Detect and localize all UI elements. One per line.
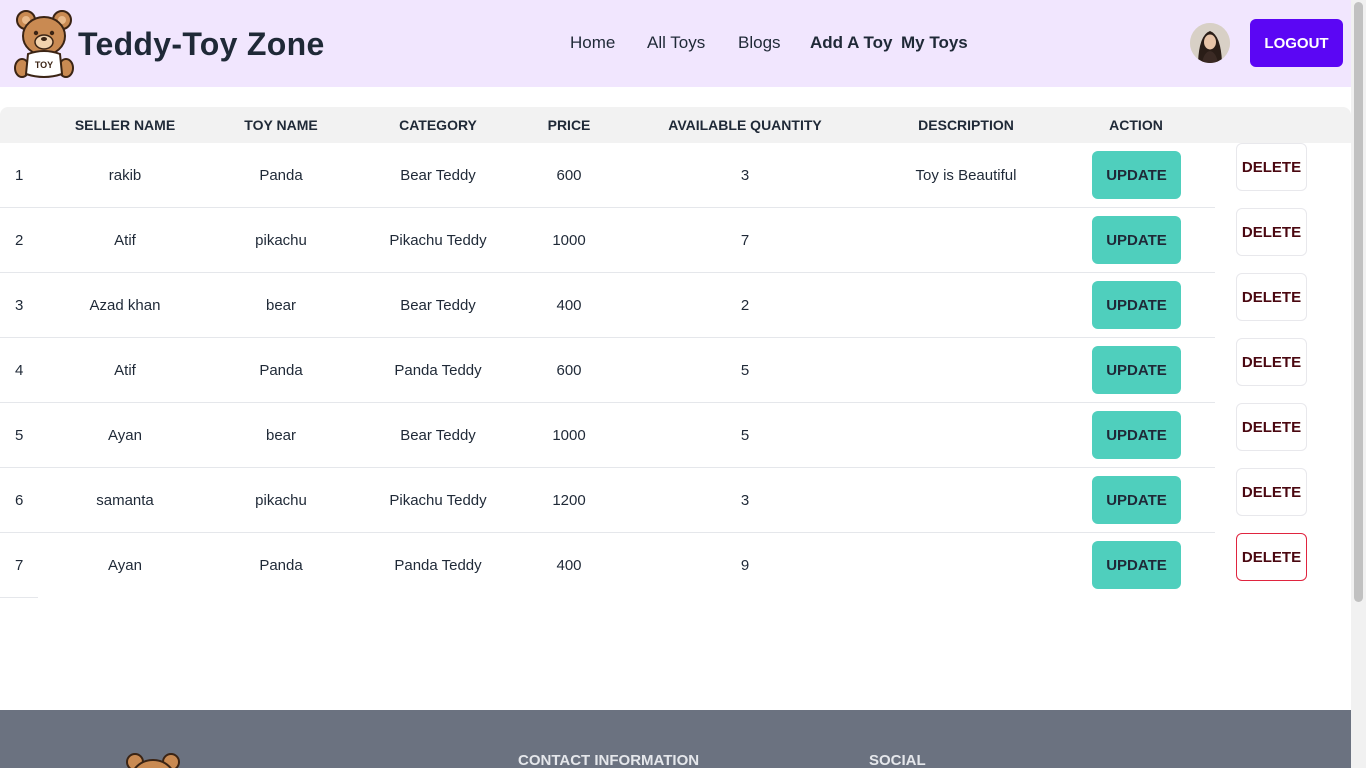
cell-price: 1200 xyxy=(552,492,586,509)
cell-toy-name: bear xyxy=(265,427,297,444)
column-header-available-quantity: AVAILABLE QUANTITY xyxy=(668,117,822,133)
nav-blogs-link[interactable]: Blogs xyxy=(738,33,781,53)
column-header-category: CATEGORY xyxy=(399,117,477,133)
column-header-toy-name: TOY NAME xyxy=(244,117,318,133)
table-row: 4 Atif Panda Panda Teddy 600 5 UPDATE DE… xyxy=(0,338,1351,403)
cell-seller-name: Azad khan xyxy=(89,297,161,314)
footer-contact-heading: CONTACT INFORMATION xyxy=(518,752,700,768)
cell-seller-name: samanta xyxy=(96,492,154,509)
logout-button[interactable]: LOGOUT xyxy=(1250,19,1343,67)
cell-quantity: 2 xyxy=(740,297,750,314)
cell-quantity: 9 xyxy=(740,557,750,574)
cell-price: 1000 xyxy=(552,232,586,249)
table-row: 5 Ayan bear Bear Teddy 1000 5 UPDATE DEL… xyxy=(0,403,1351,468)
user-photo-icon xyxy=(1190,23,1230,63)
table-row: 2 Atif pikachu Pikachu Teddy 1000 7 UPDA… xyxy=(0,208,1351,273)
cell-price: 400 xyxy=(556,557,582,574)
row-index: 7 xyxy=(15,557,24,574)
column-header-seller-name: SELLER NAME xyxy=(74,117,176,133)
delete-button[interactable]: DELETE xyxy=(1236,533,1307,581)
footer-social-heading: SOCIAL xyxy=(869,752,926,768)
cell-quantity: 3 xyxy=(740,167,750,184)
cell-toy-name: bear xyxy=(265,297,297,314)
cell-seller-name: Atif xyxy=(114,232,136,249)
svg-text:TOY: TOY xyxy=(35,60,53,70)
delete-button[interactable]: DELETE xyxy=(1236,273,1307,321)
cell-category: Pikachu Teddy xyxy=(389,492,487,509)
update-button[interactable]: UPDATE xyxy=(1092,281,1181,329)
footer: CONTACT INFORMATION SOCIAL xyxy=(0,710,1351,768)
cell-seller-name: rakib xyxy=(108,167,142,184)
brand[interactable]: TOY Teddy-Toy Zone xyxy=(14,8,325,80)
cell-seller-name: Atif xyxy=(114,362,136,379)
row-index: 1 xyxy=(15,167,24,184)
cell-quantity: 5 xyxy=(740,427,750,444)
cell-category: Pikachu Teddy xyxy=(389,232,487,249)
cell-category: Panda Teddy xyxy=(394,362,482,379)
table-row: 1 rakib Panda Bear Teddy 600 3 Toy is Be… xyxy=(0,143,1351,208)
nav-my-toys-link[interactable]: My Toys xyxy=(901,33,968,53)
cell-seller-name: Ayan xyxy=(108,557,142,574)
delete-button[interactable]: DELETE xyxy=(1236,338,1307,386)
cell-category: Panda Teddy xyxy=(394,557,482,574)
cell-price: 600 xyxy=(556,362,582,379)
delete-button[interactable]: DELETE xyxy=(1236,208,1307,256)
teddy-bear-logo-icon: TOY xyxy=(14,10,74,78)
brand-title[interactable]: Teddy-Toy Zone xyxy=(78,26,325,63)
nav-home-link[interactable]: Home xyxy=(570,33,615,53)
update-button[interactable]: UPDATE xyxy=(1092,346,1181,394)
cell-quantity: 5 xyxy=(740,362,750,379)
cell-price: 1000 xyxy=(552,427,586,444)
row-index: 4 xyxy=(15,362,24,379)
navbar: TOY Teddy-Toy Zone Home All Toys Blogs A… xyxy=(0,0,1351,87)
update-button[interactable]: UPDATE xyxy=(1092,476,1181,524)
delete-button[interactable]: DELETE xyxy=(1236,403,1307,451)
table-header: SELLER NAME TOY NAME CATEGORY PRICE AVAI… xyxy=(0,107,1351,143)
table-row: 7 Ayan Panda Panda Teddy 400 9 UPDATE DE… xyxy=(0,533,1351,598)
column-header-description: DESCRIPTION xyxy=(918,117,1014,133)
row-index: 2 xyxy=(15,232,24,249)
cell-category: Bear Teddy xyxy=(400,427,476,444)
cell-quantity: 7 xyxy=(740,232,750,249)
cell-seller-name: Ayan xyxy=(108,427,142,444)
column-header-price: PRICE xyxy=(547,117,591,133)
cell-category: Bear Teddy xyxy=(400,167,476,184)
cell-toy-name: Panda xyxy=(259,167,303,184)
scrollbar-thumb[interactable] xyxy=(1354,2,1363,602)
cell-price: 600 xyxy=(556,167,582,184)
table-row: 6 samanta pikachu Pikachu Teddy 1200 3 U… xyxy=(0,468,1351,533)
update-button[interactable]: UPDATE xyxy=(1092,541,1181,589)
cell-toy-name: Panda xyxy=(259,557,303,574)
row-divider xyxy=(0,597,38,598)
cell-description: Toy is Beautiful xyxy=(915,167,1017,184)
delete-button[interactable]: DELETE xyxy=(1236,143,1307,191)
table-row: 3 Azad khan bear Bear Teddy 400 2 UPDATE… xyxy=(0,273,1351,338)
column-header-action: ACTION xyxy=(1109,117,1163,133)
cell-price: 400 xyxy=(556,297,582,314)
update-button[interactable]: UPDATE xyxy=(1092,216,1181,264)
cell-toy-name: pikachu xyxy=(255,232,307,249)
cell-toy-name: pikachu xyxy=(255,492,307,509)
user-avatar[interactable] xyxy=(1190,23,1230,63)
update-button[interactable]: UPDATE xyxy=(1092,411,1181,459)
update-button[interactable]: UPDATE xyxy=(1092,151,1181,199)
cell-category: Bear Teddy xyxy=(400,297,476,314)
nav-all-toys-link[interactable]: All Toys xyxy=(647,33,705,53)
nav-add-a-toy-link[interactable]: Add A Toy xyxy=(810,33,892,53)
teddy-bear-footer-logo-icon xyxy=(126,753,180,768)
delete-button[interactable]: DELETE xyxy=(1236,468,1307,516)
row-index: 5 xyxy=(15,427,24,444)
row-index: 3 xyxy=(15,297,24,314)
row-index: 6 xyxy=(15,492,24,509)
cell-quantity: 3 xyxy=(740,492,750,509)
cell-toy-name: Panda xyxy=(259,362,303,379)
page-scrollbar[interactable] xyxy=(1351,0,1366,768)
